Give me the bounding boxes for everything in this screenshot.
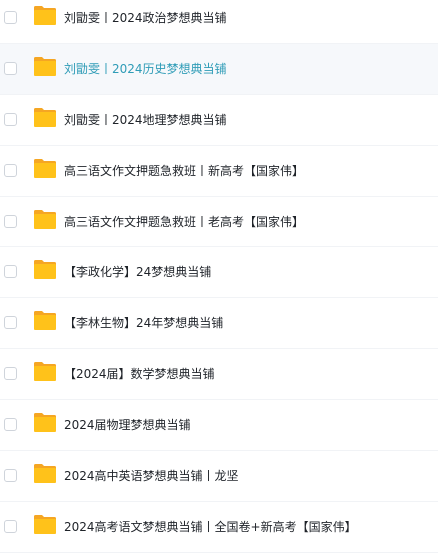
row-checkbox[interactable] <box>4 11 17 24</box>
file-name[interactable]: 高三语文作文押题急救班丨新高考【国家伟】 <box>64 146 304 196</box>
row-checkbox[interactable] <box>4 367 17 381</box>
file-row-1[interactable]: 刘勖雯丨2024政治梦想典当铺 <box>0 0 438 44</box>
folder-icon <box>34 6 56 25</box>
file-name[interactable]: 【2024届】数学梦想典当铺 <box>64 349 215 399</box>
file-name[interactable]: 2024高中英语梦想典当铺丨龙坚 <box>64 451 239 501</box>
file-name[interactable]: 2024届物理梦想典当铺 <box>64 400 191 450</box>
file-name[interactable]: 【李政化学】24梦想典当铺 <box>64 247 211 297</box>
folder-icon <box>34 107 56 127</box>
row-checkbox[interactable] <box>4 265 17 279</box>
file-row-9[interactable]: 2024届物理梦想典当铺 <box>0 400 438 452</box>
folder-icon <box>34 464 56 484</box>
file-name[interactable]: 2024高考语文梦想典当铺丨全国卷+新高考【国家伟】 <box>64 502 357 552</box>
file-list: 刘勖雯丨2024政治梦想典当铺 刘勖雯丨2024历史梦想典当铺 刘勖雯丨2024… <box>0 0 438 553</box>
folder-icon <box>34 311 56 331</box>
file-name[interactable]: 刘勖雯丨2024历史梦想典当铺 <box>64 44 227 94</box>
row-checkbox[interactable] <box>4 163 17 177</box>
row-checkbox[interactable] <box>4 316 17 330</box>
row-checkbox[interactable] <box>4 61 17 75</box>
folder-icon <box>34 260 56 280</box>
folder-icon <box>34 362 56 382</box>
file-name[interactable]: 刘勖雯丨2024地理梦想典当铺 <box>64 95 227 145</box>
row-checkbox[interactable] <box>4 418 17 432</box>
row-checkbox[interactable] <box>4 112 17 126</box>
folder-icon <box>34 56 56 76</box>
file-row-5[interactable]: 高三语文作文押题急救班丨老高考【国家伟】 <box>0 197 438 248</box>
file-row-7[interactable]: 【李林生物】24年梦想典当铺 <box>0 298 438 350</box>
folder-icon <box>34 209 56 229</box>
file-name[interactable]: 刘勖雯丨2024政治梦想典当铺 <box>64 0 227 43</box>
file-row-4[interactable]: 高三语文作文押题急救班丨新高考【国家伟】 <box>0 146 438 197</box>
file-row-10[interactable]: 2024高中英语梦想典当铺丨龙坚 <box>0 451 438 502</box>
row-checkbox[interactable] <box>4 469 17 483</box>
file-row-3[interactable]: 刘勖雯丨2024地理梦想典当铺 <box>0 95 438 146</box>
file-name[interactable]: 【李林生物】24年梦想典当铺 <box>64 298 223 348</box>
folder-icon <box>34 514 56 534</box>
file-row-6[interactable]: 【李政化学】24梦想典当铺 <box>0 247 438 299</box>
folder-icon <box>34 158 56 178</box>
file-row-2[interactable]: 刘勖雯丨2024历史梦想典当铺 <box>0 43 438 95</box>
file-row-11[interactable]: 2024高考语文梦想典当铺丨全国卷+新高考【国家伟】 <box>0 502 438 553</box>
row-checkbox[interactable] <box>4 214 17 228</box>
row-checkbox[interactable] <box>4 519 17 533</box>
folder-icon <box>34 413 56 433</box>
file-name[interactable]: 高三语文作文押题急救班丨老高考【国家伟】 <box>64 197 304 247</box>
file-row-8[interactable]: 【2024届】数学梦想典当铺 <box>0 349 438 401</box>
